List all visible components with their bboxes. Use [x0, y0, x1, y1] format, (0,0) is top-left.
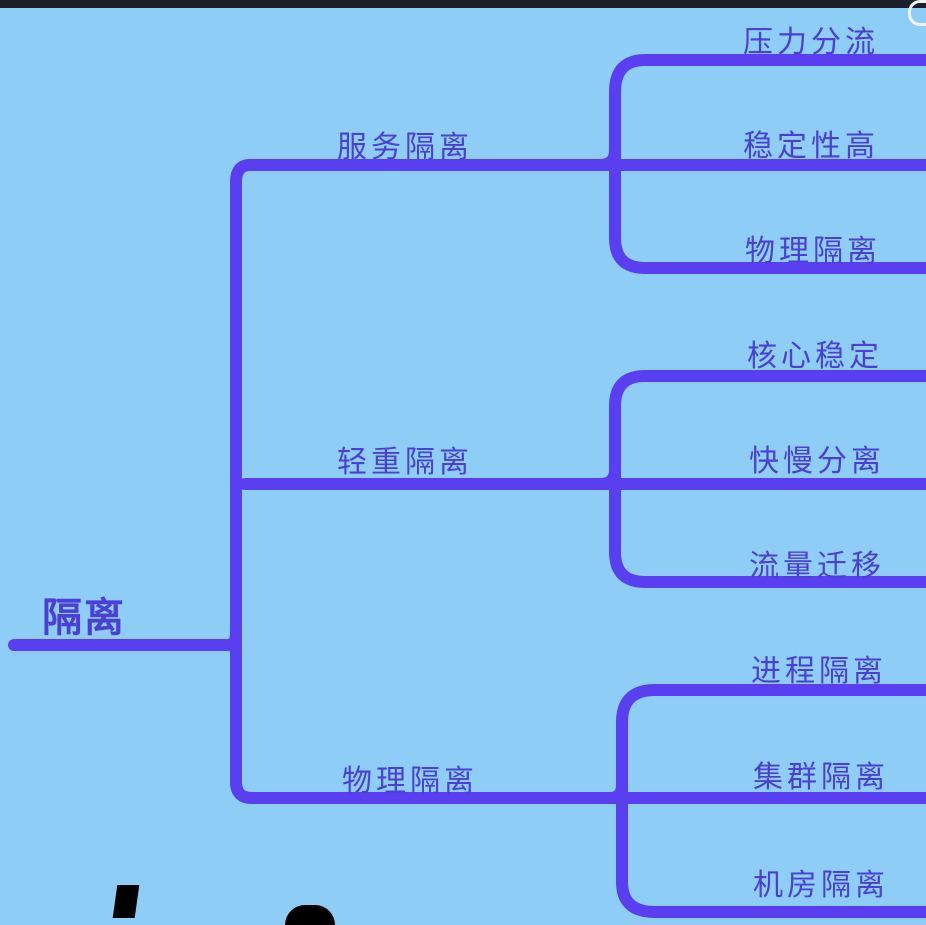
branch-label-2: 轻重隔离 — [337, 445, 473, 480]
leaf-label-3-2: 集群隔离 — [753, 760, 889, 795]
branch1-join — [594, 144, 621, 171]
leaf-label-1-3: 物理隔离 — [745, 234, 881, 269]
leaf-label-2-3: 流量迁移 — [749, 549, 885, 584]
branch3-join — [604, 779, 628, 804]
leaf-label-1-1: 压力分流 — [743, 25, 879, 60]
leaf-label-3-1: 进程隔离 — [751, 654, 887, 689]
leaf-label-3-3: 机房隔离 — [753, 868, 889, 903]
leaf-label-2-1: 核心稳定 — [747, 339, 883, 374]
branch-label-3: 物理隔离 — [342, 764, 478, 799]
occluding-shape-left — [112, 885, 140, 918]
branch-label-1: 服务隔离 — [337, 130, 473, 165]
leaf-label-1-2: 稳定性高 — [743, 129, 879, 164]
branch2-join — [594, 464, 621, 490]
leaf-label-2-2: 快慢分离 — [749, 444, 885, 479]
root-node-label: 隔离 — [42, 594, 126, 641]
trunk-join — [222, 626, 242, 651]
